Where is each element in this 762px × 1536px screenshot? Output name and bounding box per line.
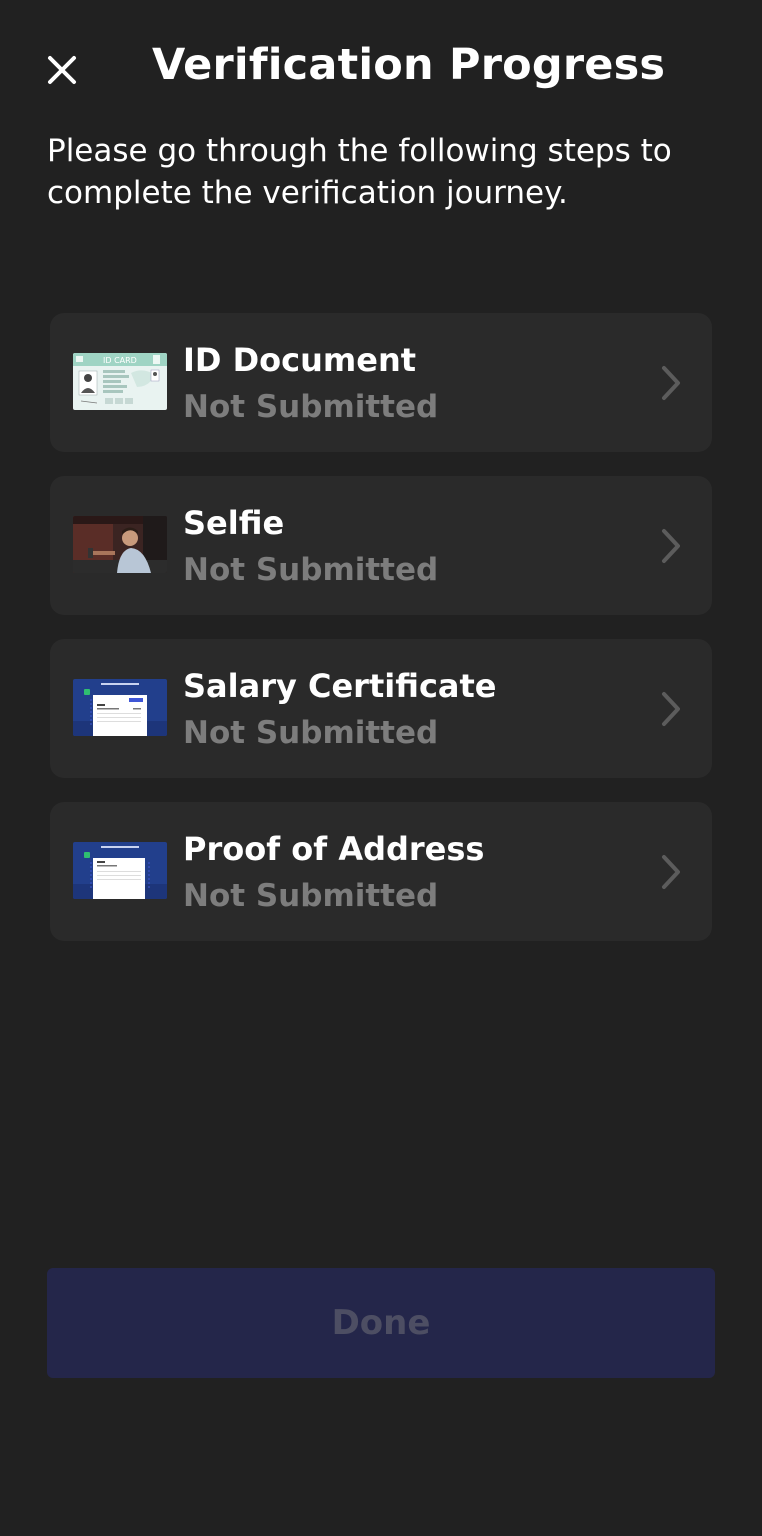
document-thumbnail <box>73 679 167 736</box>
document-thumbnail <box>73 842 167 899</box>
done-button[interactable]: Done <box>47 1268 715 1378</box>
step-list: ID CARD ID Document Not Submitted Selfie… <box>50 313 712 965</box>
page-title: Verification Progress <box>152 40 666 90</box>
header: Verification Progress <box>0 0 762 140</box>
step-label: ID Document <box>183 341 417 379</box>
step-label: Salary Certificate <box>183 667 497 705</box>
chevron-right-icon <box>662 366 680 400</box>
step-id-document[interactable]: ID CARD ID Document Not Submitted <box>50 313 712 452</box>
step-status: Not Submitted <box>183 552 439 588</box>
chevron-right-icon <box>662 855 680 889</box>
step-status: Not Submitted <box>183 878 439 914</box>
step-label: Selfie <box>183 504 285 542</box>
step-salary-certificate[interactable]: Salary Certificate Not Submitted <box>50 639 712 778</box>
close-button[interactable] <box>40 48 84 92</box>
id-card-thumbnail: ID CARD <box>73 353 167 410</box>
step-status: Not Submitted <box>183 715 439 751</box>
step-proof-of-address[interactable]: Proof of Address Not Submitted <box>50 802 712 941</box>
step-label: Proof of Address <box>183 830 485 868</box>
chevron-right-icon <box>662 529 680 563</box>
close-icon <box>48 56 76 84</box>
intro-text: Please go through the following steps to… <box>47 133 672 211</box>
selfie-photo-thumbnail <box>73 516 167 573</box>
step-selfie[interactable]: Selfie Not Submitted <box>50 476 712 615</box>
chevron-right-icon <box>662 692 680 726</box>
step-status: Not Submitted <box>183 389 439 425</box>
id-card-text: ID CARD <box>103 356 137 365</box>
